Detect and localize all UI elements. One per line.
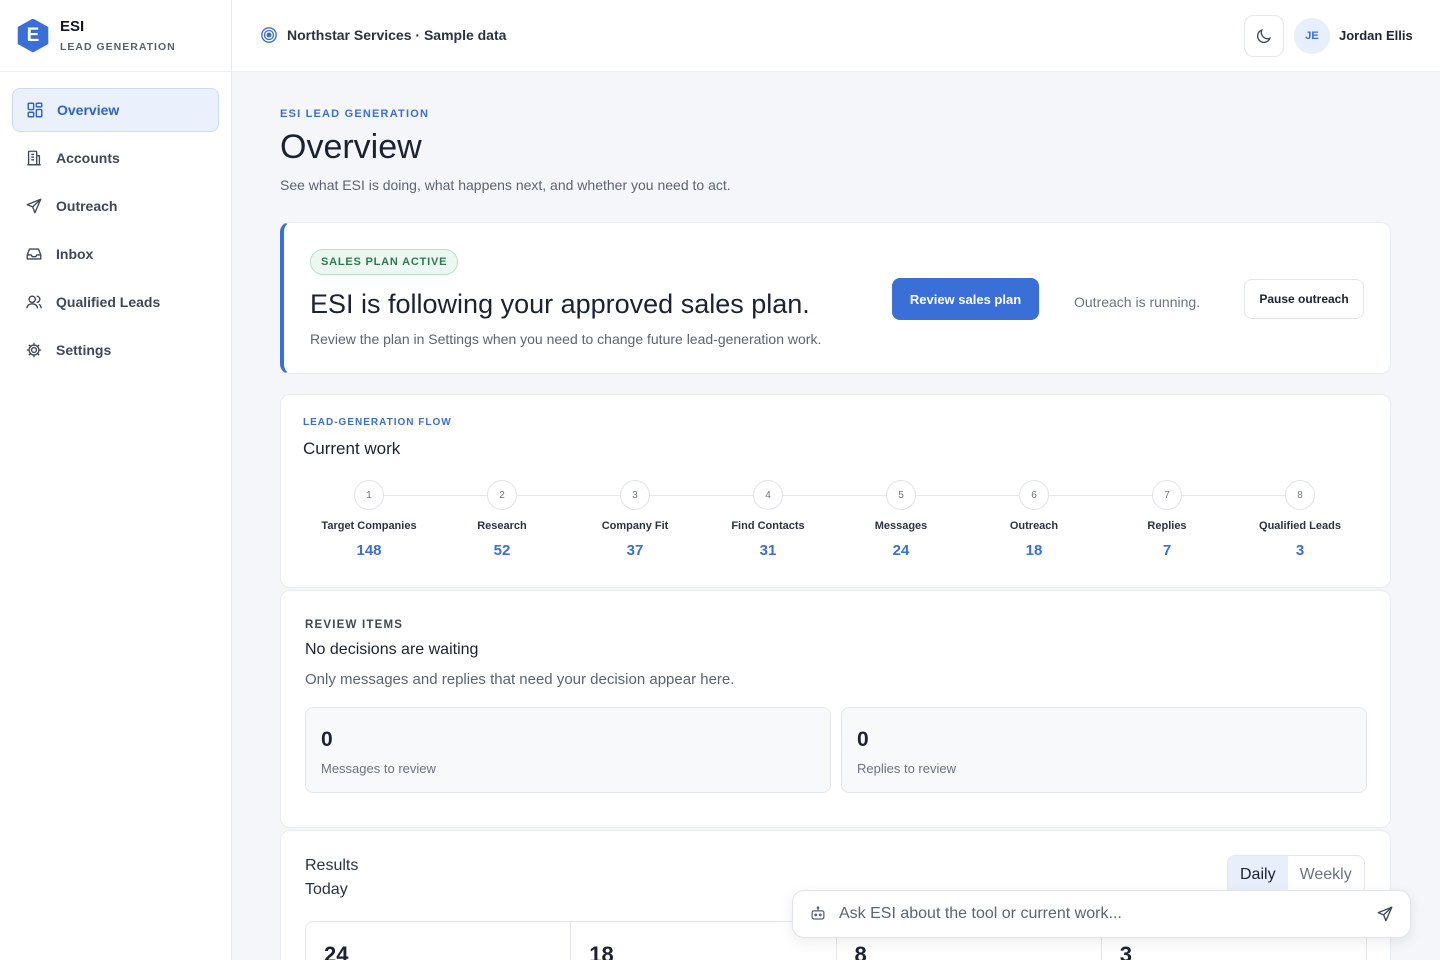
sidebar-item-label: Overview — [57, 102, 120, 118]
review-items-card: REVIEW ITEMS No decisions are waiting On… — [280, 590, 1391, 828]
avatar[interactable]: JE — [1294, 18, 1330, 54]
flow-step-replies[interactable]: 7 Replies 7 — [1097, 480, 1237, 559]
step-value: 31 — [759, 542, 777, 559]
send-icon[interactable] — [1376, 905, 1394, 923]
flow-card: LEAD-GENERATION FLOW Current work 1 Targ… — [280, 394, 1391, 588]
review-title: No decisions are waiting — [305, 641, 479, 658]
flow-step-research[interactable]: 2 Research 52 — [432, 480, 572, 559]
sidebar-item-outreach[interactable]: Outreach — [12, 184, 219, 228]
metric-label: Replies to review — [857, 761, 956, 776]
bot-icon — [811, 906, 825, 920]
user-name[interactable]: Jordan Ellis — [1339, 28, 1413, 43]
step-value: 52 — [493, 542, 511, 559]
messages-to-review-card[interactable]: 0 Messages to review — [305, 707, 831, 793]
step-label: Outreach — [1009, 520, 1059, 532]
page-eyebrow: ESI LEAD GENERATION — [280, 108, 430, 120]
sidebar-item-overview[interactable]: Overview — [12, 88, 219, 132]
flow-step-outreach[interactable]: 6 Outreach 18 — [964, 480, 1104, 559]
sidebar-item-qualified-leads[interactable]: Qualified Leads — [12, 280, 219, 324]
step-value: 3 — [1295, 542, 1305, 559]
results-period: Today — [305, 881, 348, 898]
sidebar-item-label: Settings — [56, 342, 112, 358]
step-label: Qualified Leads — [1259, 520, 1341, 532]
brand-name: ESI — [60, 18, 85, 35]
plan-subtitle: Review the plan in Settings when you nee… — [310, 331, 822, 347]
replies-to-review-card[interactable]: 0 Replies to review — [841, 707, 1367, 793]
step-label: Replies — [1147, 520, 1187, 532]
metric-value: 0 — [857, 728, 869, 751]
flow-step-company-fit[interactable]: 3 Company Fit 37 — [565, 480, 705, 559]
page-title: Overview — [280, 128, 422, 166]
sidebar-item-label: Inbox — [56, 246, 94, 262]
step-value: 24 — [892, 542, 910, 559]
toggle-weekly[interactable]: Weekly — [1288, 856, 1364, 894]
metric-value: 0 — [321, 728, 333, 751]
step-number: 2 — [487, 480, 517, 510]
step-number: 1 — [354, 480, 384, 510]
flow-title: Current work — [303, 439, 401, 458]
step-label: Company Fit — [601, 520, 669, 532]
brand[interactable]: E ESI LEAD GENERATION — [0, 0, 231, 72]
users-icon — [24, 292, 44, 312]
moon-icon — [1256, 29, 1271, 44]
review-subtitle: Only messages and replies that need your… — [305, 671, 735, 688]
flow-step-target-companies[interactable]: 1 Target Companies 148 — [299, 480, 439, 559]
stat-value: 24 — [306, 922, 572, 960]
gear-icon — [24, 340, 44, 360]
step-label: Target Companies — [321, 520, 417, 532]
step-label: Find Contacts — [731, 520, 805, 532]
sales-plan-card: SALES PLAN ACTIVE ESI is following your … — [280, 222, 1391, 374]
step-label: Research — [477, 520, 527, 532]
flow-step-find-contacts[interactable]: 4 Find Contacts 31 — [698, 480, 838, 559]
period-toggle: Daily Weekly — [1227, 855, 1365, 895]
sidebar-item-label: Accounts — [56, 150, 120, 166]
flow-step-qualified-leads[interactable]: 8 Qualified Leads 3 — [1230, 480, 1370, 559]
sidebar-item-label: Outreach — [56, 198, 118, 214]
send-icon — [24, 196, 44, 216]
ask-esi-input[interactable] — [839, 905, 1376, 923]
org-selector[interactable]: Northstar Services · Sample data — [260, 26, 506, 44]
review-sales-plan-button[interactable]: Review sales plan — [892, 278, 1039, 320]
page-subtitle: See what ESI is doing, what happens next… — [280, 177, 731, 193]
sidebar-nav: Overview Accounts Outreach Inbox Qualifi… — [0, 72, 231, 392]
status-badge: SALES PLAN ACTIVE — [310, 249, 459, 275]
building-icon — [24, 148, 44, 168]
step-number: 5 — [886, 480, 916, 510]
pause-outreach-button[interactable]: Pause outreach — [1244, 279, 1364, 319]
target-icon — [261, 27, 277, 43]
sidebar-item-label: Qualified Leads — [56, 294, 161, 310]
step-number: 6 — [1019, 480, 1049, 510]
org-name: Northstar Services · Sample data — [287, 27, 507, 43]
step-value: 148 — [356, 542, 382, 559]
sidebar-item-accounts[interactable]: Accounts — [12, 136, 219, 180]
inbox-icon — [24, 244, 44, 264]
brand-logo: E — [17, 18, 49, 53]
plan-title: ESI is following your approved sales pla… — [310, 289, 810, 319]
grid-icon — [25, 100, 45, 120]
brand-text: ESI LEAD GENERATION — [60, 18, 176, 53]
sidebar: E ESI LEAD GENERATION Overview Accounts … — [0, 0, 232, 960]
main-content: ESI LEAD GENERATION Overview See what ES… — [280, 72, 1392, 960]
ask-esi-bar — [792, 890, 1411, 938]
metric-label: Messages to review — [321, 761, 436, 776]
sidebar-item-inbox[interactable]: Inbox — [12, 232, 219, 276]
topbar: Northstar Services · Sample data JE Jord… — [232, 0, 1440, 72]
step-value: 18 — [1025, 542, 1043, 559]
step-label: Messages — [874, 520, 928, 532]
theme-toggle-button[interactable] — [1244, 15, 1284, 57]
step-number: 8 — [1285, 480, 1315, 510]
step-value: 37 — [626, 542, 644, 559]
step-number: 7 — [1152, 480, 1182, 510]
results-title: Results — [305, 857, 359, 874]
sidebar-item-settings[interactable]: Settings — [12, 328, 219, 372]
step-number: 4 — [753, 480, 783, 510]
flow-step-messages[interactable]: 5 Messages 24 — [831, 480, 971, 559]
outreach-status: Outreach is running. — [1074, 294, 1201, 310]
review-eyebrow: REVIEW ITEMS — [305, 619, 404, 631]
flow-eyebrow: LEAD-GENERATION FLOW — [303, 417, 452, 428]
brand-subtitle: LEAD GENERATION — [60, 41, 176, 53]
step-number: 3 — [620, 480, 650, 510]
toggle-daily[interactable]: Daily — [1228, 856, 1288, 894]
step-value: 7 — [1162, 542, 1172, 559]
